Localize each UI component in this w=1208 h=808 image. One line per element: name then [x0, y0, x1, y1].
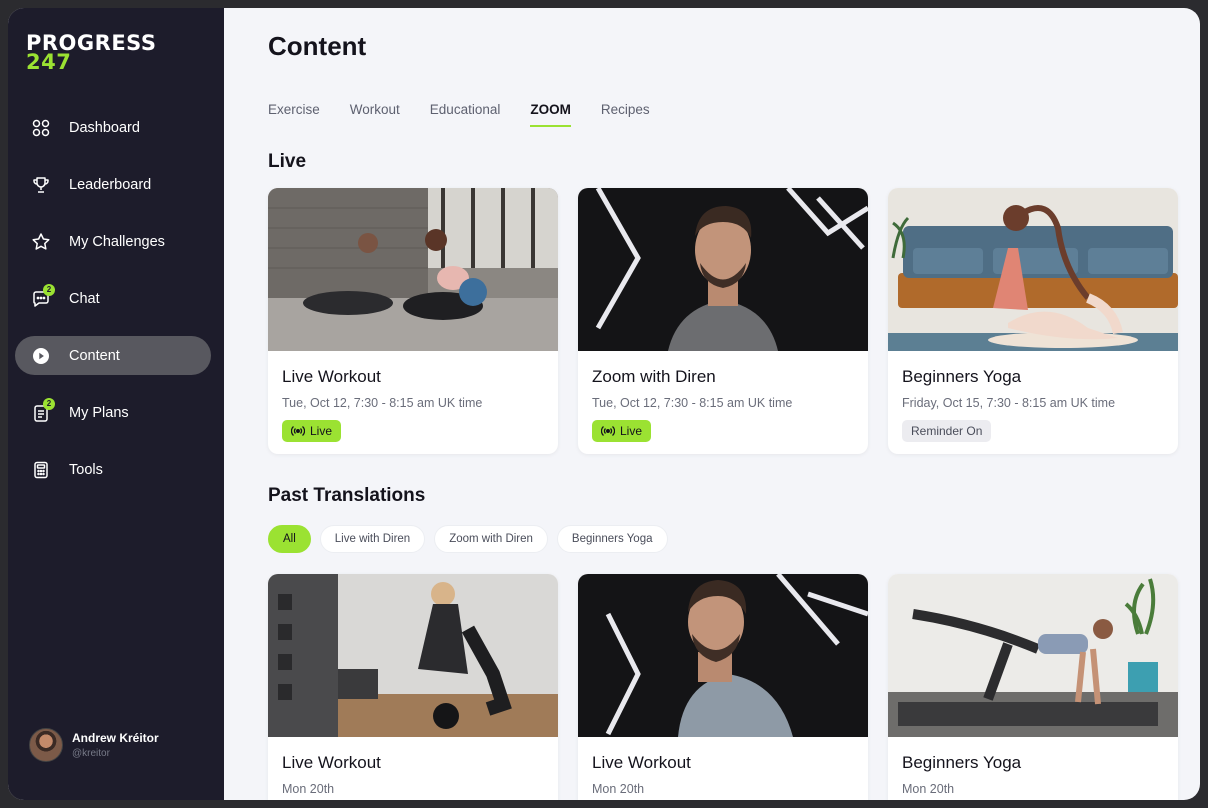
tab-exercise[interactable]: Exercise — [268, 102, 320, 127]
plans-icon: 2 — [31, 397, 55, 423]
profile-name: Andrew Kréitor — [72, 731, 159, 745]
past-card[interactable]: Beginners Yoga Mon 20th — [888, 574, 1178, 800]
card-title: Beginners Yoga — [902, 367, 1022, 386]
content-tabs: Exercise Workout Educational ZOOM Recipe… — [268, 102, 680, 127]
sidebar-item-label: My Challenges — [69, 233, 165, 250]
live-card[interactable]: Live Workout Tue, Oct 12, 7:30 - 8:15 am… — [268, 188, 558, 454]
card-date: Mon 20th — [282, 782, 335, 796]
tab-educational[interactable]: Educational — [430, 102, 501, 127]
profile-handle: @kreitor — [72, 748, 110, 759]
sidebar-item-content[interactable]: Content — [15, 336, 211, 375]
sidebar-item-label: Leaderboard — [69, 176, 152, 193]
sidebar-item-my-challenges[interactable]: My Challenges — [15, 222, 211, 261]
sidebar-item-label: Chat — [69, 290, 100, 307]
filter-live-with-diren[interactable]: Live with Diren — [319, 525, 426, 553]
coach-thumbnail — [578, 188, 868, 351]
sidebar-item-tools[interactable]: Tools — [15, 450, 211, 489]
brand-line2: 247 — [26, 50, 72, 74]
yoga-thumbnail — [888, 188, 1178, 351]
past-card[interactable]: Live Workout Mon 20th — [268, 574, 558, 800]
live-label: Live — [310, 424, 333, 438]
sidebar-item-my-plans[interactable]: 2 My Plans — [15, 393, 211, 432]
app-window: PROGRESS 247 Dashboard Leaderboard My Ch… — [8, 8, 1200, 800]
sidebar-item-dashboard[interactable]: Dashboard — [15, 108, 211, 147]
tab-zoom[interactable]: ZOOM — [530, 102, 571, 127]
card-title: Live Workout — [282, 753, 381, 772]
tab-workout[interactable]: Workout — [350, 102, 400, 127]
card-time: Friday, Oct 15, 7:30 - 8:15 am UK time — [902, 396, 1116, 410]
broadcast-icon — [601, 426, 615, 436]
card-title: Live Workout — [282, 367, 381, 386]
card-date: Mon 20th — [592, 782, 645, 796]
live-badge: Live — [592, 420, 652, 442]
past-card[interactable]: Live Workout Mon 20th — [578, 574, 868, 800]
filter-beginners-yoga[interactable]: Beginners Yoga — [556, 525, 668, 553]
card-time: Tue, Oct 12, 7:30 - 8:15 am UK time — [282, 396, 483, 410]
yoga-thumbnail — [888, 574, 1178, 737]
kettlebell-thumbnail — [268, 574, 558, 737]
page-title: Content — [268, 31, 367, 61]
grid-icon — [31, 118, 51, 138]
card-title: Live Workout — [592, 753, 691, 772]
filter-zoom-with-diren[interactable]: Zoom with Diren — [434, 525, 548, 553]
broadcast-icon — [291, 426, 305, 436]
live-card[interactable]: Zoom with Diren Tue, Oct 12, 7:30 - 8:15… — [578, 188, 868, 454]
user-profile[interactable]: Andrew Kréitor @kreitor — [29, 728, 159, 762]
tab-recipes[interactable]: Recipes — [601, 102, 650, 127]
card-title: Zoom with Diren — [592, 367, 716, 386]
trophy-icon — [31, 175, 51, 195]
filter-all[interactable]: All — [268, 525, 311, 553]
live-badge: Live — [282, 420, 342, 442]
chat-badge: 2 — [43, 283, 55, 296]
play-icon — [31, 346, 51, 366]
live-label: Live — [620, 424, 643, 438]
past-filters: All Live with Diren Zoom with Diren Begi… — [268, 525, 668, 553]
card-date: Mon 20th — [902, 782, 955, 796]
sidebar-item-label: Tools — [69, 461, 103, 478]
workout-thumbnail — [268, 188, 558, 351]
coach-thumbnail — [578, 574, 868, 737]
sidebar-item-label: My Plans — [69, 404, 129, 421]
star-icon — [31, 232, 51, 252]
past-section-title: Past Translations — [268, 485, 426, 506]
plans-badge: 2 — [43, 397, 55, 410]
sidebar-item-leaderboard[interactable]: Leaderboard — [15, 165, 211, 204]
sidebar: PROGRESS 247 Dashboard Leaderboard My Ch… — [8, 8, 224, 800]
sidebar-item-label: Dashboard — [69, 119, 140, 136]
sidebar-item-label: Content — [69, 347, 120, 364]
live-section-title: Live — [268, 151, 307, 172]
chat-icon: 2 — [31, 283, 55, 309]
card-time: Tue, Oct 12, 7:30 - 8:15 am UK time — [592, 396, 793, 410]
sidebar-item-chat[interactable]: 2 Chat — [15, 279, 211, 318]
main-content: Content Exercise Workout Educational ZOO… — [224, 8, 1200, 800]
brand-logo[interactable]: PROGRESS 247 — [26, 33, 156, 74]
live-card[interactable]: Beginners Yoga Friday, Oct 15, 7:30 - 8:… — [888, 188, 1178, 454]
card-title: Beginners Yoga — [902, 753, 1022, 772]
live-cards: Live Workout Tue, Oct 12, 7:30 - 8:15 am… — [268, 188, 1178, 454]
reminder-badge[interactable]: Reminder On — [902, 420, 992, 442]
calculator-icon — [31, 460, 51, 480]
past-cards: Live Workout Mon 20th Live Workout Mon 2… — [268, 574, 1178, 800]
avatar — [29, 728, 63, 762]
sidebar-nav: Dashboard Leaderboard My Challenges 2 Ch… — [15, 108, 211, 507]
